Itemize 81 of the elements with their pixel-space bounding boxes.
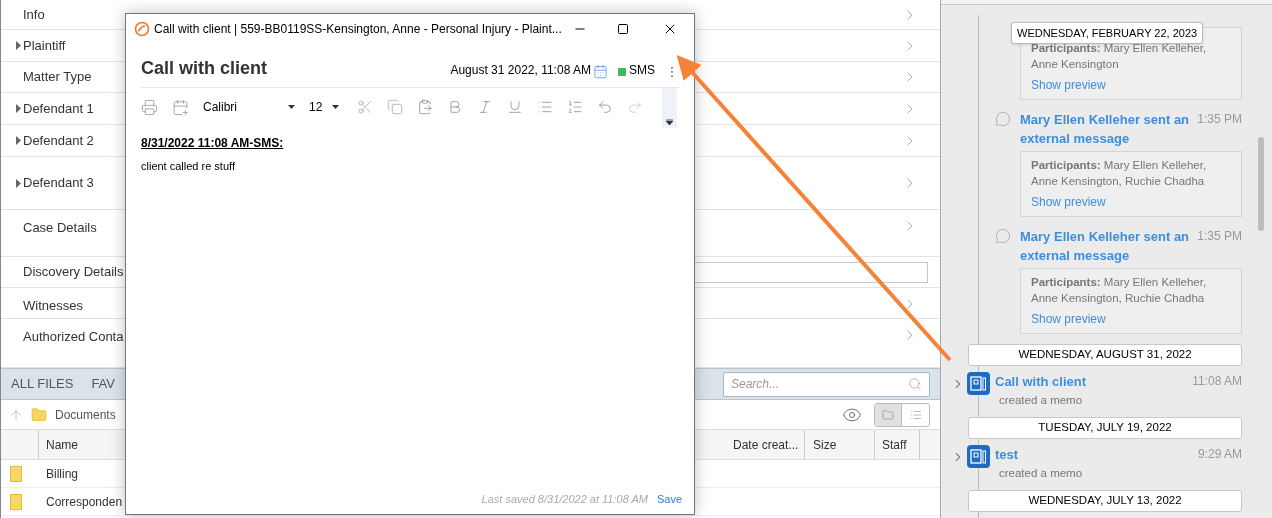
undo-icon[interactable] [597,99,613,115]
memo-time: 9:29 AM [1197,446,1242,463]
memo-datetime: August 31 2022, 11:08 AM [450,62,591,79]
expand-caret-icon[interactable] [16,178,21,188]
app-logo-icon [134,21,150,37]
list-icon [909,408,922,421]
section-label: Case Details [23,219,97,237]
speech-bubble-icon [995,228,1011,244]
bullet-list-icon[interactable] [537,99,553,115]
toolbar-overflow-button[interactable] [662,88,677,128]
folder-icon [31,406,47,423]
calendar-icon[interactable] [593,64,608,79]
memo-time: 11:08 AM [1192,373,1242,390]
column-header[interactable]: Staff [875,430,920,459]
section-label: Plaintiff [23,36,66,55]
font-dropdown[interactable]: Calibri [203,98,295,116]
italic-icon[interactable] [477,99,493,115]
message-time: 1:35 PM [1197,111,1242,128]
memo-body-heading: 8/31/2022 11:08 AM-SMS: [141,135,285,152]
file-name[interactable]: Billing [46,464,78,483]
column-header[interactable]: Size [805,430,875,459]
participants-text: Participants: Mary Ellen Kelleher, Anne Kensington [1031,41,1208,72]
caret-down-icon [666,119,673,125]
folder-icon [882,408,894,421]
show-preview-link[interactable]: Show preview [1031,76,1217,94]
section-label: Defendant 3 [23,174,94,193]
maximize-icon[interactable] [617,23,629,35]
calendar-plus-icon[interactable] [172,98,189,116]
section-label: Defendant 2 [23,131,94,150]
section-label: Authorized Conta [23,328,124,346]
expand-caret-icon[interactable] [16,104,21,113]
redo-icon[interactable] [627,99,643,115]
participants-text: Participants: Mary Ellen Kelleher, Anne Kensington, Ruchie Chadha [1031,275,1208,306]
date-tooltip: WEDNESDAY, FEBRUARY 22, 2023 [1011,22,1204,44]
message-title[interactable]: Mary Ellen Kelleher sent an external message [1020,227,1192,265]
numbered-list-icon[interactable] [567,99,583,115]
files-tab[interactable]: FAV [91,374,115,394]
last-saved-text: Last saved 8/31/2022 at 11:08 AM [481,491,648,507]
section-label: Info [23,5,45,24]
show-preview-link[interactable]: Show preview [1031,310,1217,328]
folder-view-button[interactable] [875,403,902,426]
expand-caret-icon[interactable] [16,136,21,145]
memo-subtitle: created a memo [999,392,1084,408]
message-title[interactable]: Mary Ellen Kelleher sent an external message [1020,110,1192,148]
section-label: Discovery Details [23,263,124,282]
memo-icon [967,372,990,395]
cut-icon[interactable] [357,99,373,115]
save-link[interactable]: Save [656,490,682,508]
section-label: Defendant 1 [23,99,94,118]
memo-icon [967,445,990,468]
files-tab[interactable]: ALL FILES [11,374,74,394]
message-time: 1:35 PM [1197,228,1242,245]
search-field[interactable]: Search... [723,371,930,397]
section-label: Witnesses [23,297,83,315]
copy-icon[interactable] [387,99,403,115]
caret-down-icon [288,105,295,109]
font-size-dropdown[interactable]: 12 [309,98,339,116]
memo-heading: Call with client [141,57,268,80]
memo-title[interactable]: test [995,445,1019,465]
underline-icon[interactable] [507,99,523,115]
print-icon[interactable] [141,98,158,116]
show-preview-link[interactable]: Show preview [1031,193,1217,211]
search-icon [908,377,922,391]
paste-icon[interactable] [417,99,433,115]
speech-bubble-icon [995,111,1011,127]
window-title: Call with client | 559-BB0119SS-Kensington, Anne - Personal Injury - Plaint... [154,21,562,38]
caret-down-icon [332,105,339,109]
scrollbar-thumb[interactable] [1258,137,1264,231]
breadcrumb-path[interactable]: Documents [55,405,116,424]
expand-caret-icon[interactable] [16,41,21,50]
memo-subtitle: created a memo [999,465,1084,481]
bold-icon[interactable] [447,99,463,115]
column-header[interactable]: Date creat... [725,430,805,459]
memo-body-text: client called re stuff [141,159,236,174]
participants-text: Participants: Mary Ellen Kelleher, Anne Kensington, Ruchie Chadha [1031,158,1208,189]
section-label: Matter Type [23,68,92,87]
file-name[interactable]: Corresponden [46,492,123,511]
channel-label: SMS [629,62,655,79]
folder-icon [10,465,22,482]
folder-icon [10,493,22,510]
memo-title[interactable]: Call with client [995,372,1086,392]
